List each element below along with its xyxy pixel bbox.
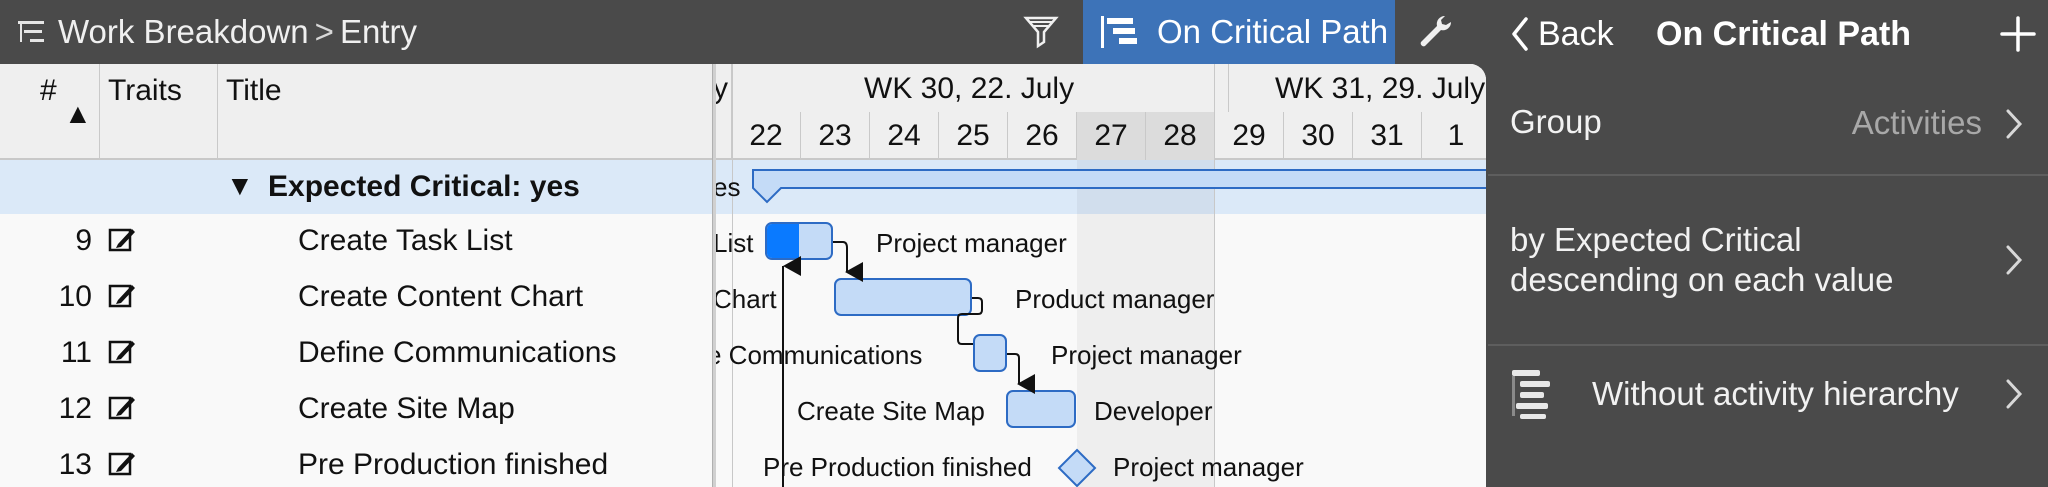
row-title: Create Content Chart	[298, 280, 584, 313]
sort-ascending-icon: ▲	[64, 98, 92, 129]
column-header-traits-label: Traits	[108, 74, 182, 107]
table-row[interactable]: 12 Create Site Map	[0, 382, 715, 438]
gantt-view-icon	[1101, 16, 1137, 48]
note-trait-icon[interactable]	[108, 226, 136, 254]
chevron-left-icon	[1512, 17, 1528, 51]
filter-button[interactable]	[1020, 10, 1064, 54]
filter-side-panel: Back On Critical Path Group Activities b…	[1488, 0, 2048, 487]
note-trait-icon[interactable]	[108, 338, 136, 366]
column-header-number[interactable]: # ▲	[0, 64, 100, 160]
table-row[interactable]: 9 Create Task List	[0, 214, 715, 270]
side-panel-header: Back On Critical Path	[1488, 0, 2048, 66]
row-number: 11	[60, 336, 92, 369]
note-trait-icon[interactable]	[108, 282, 136, 310]
sort-setting-label-line1: by Expected Critical	[1510, 221, 1802, 258]
app-root: Work Breakdown > Entry On Critical Path	[0, 0, 2048, 487]
back-button-label: Back	[1538, 14, 1614, 53]
column-header-number-label: #	[40, 74, 57, 107]
table-row[interactable]: 11 Define Communications	[0, 326, 715, 382]
hierarchy-setting-row[interactable]: Without activity hierarchy	[1488, 346, 2048, 442]
row-title: Create Task List	[298, 224, 513, 257]
note-trait-icon[interactable]	[108, 394, 136, 422]
note-trait-icon[interactable]	[108, 450, 136, 478]
critical-path-view-label: On Critical Path	[1157, 13, 1389, 50]
row-title: Pre Production finished	[298, 448, 609, 481]
sort-setting-label-line2: descending on each value	[1510, 261, 1894, 298]
row-title: Define Communications	[298, 336, 617, 369]
breadcrumb-item-entry[interactable]: Entry	[340, 13, 417, 51]
group-setting-row[interactable]: Group Activities	[1488, 90, 2048, 176]
table-row[interactable]: 13 Pre Production finished	[0, 438, 715, 487]
chevron-right-icon	[2006, 245, 2023, 275]
group-label: Expected Critical: yes	[268, 170, 580, 203]
top-toolbar: Work Breakdown > Entry On Critical Path	[0, 0, 1488, 64]
table-row[interactable]: 10 Create Content Chart	[0, 270, 715, 326]
chevron-right-icon	[2006, 379, 2023, 409]
column-header-title-label: Title	[226, 74, 282, 107]
pane-splitter[interactable]	[712, 64, 716, 487]
group-setting-value: Activities	[1851, 104, 1982, 141]
group-setting-label: Group	[1510, 103, 1602, 140]
sort-setting-row[interactable]: by Expected Critical descending on each …	[1488, 176, 2048, 346]
back-button[interactable]: Back	[1510, 12, 1614, 56]
breadcrumb[interactable]: Work Breakdown > Entry	[16, 12, 417, 52]
row-title: Create Site Map	[298, 392, 515, 425]
dependency-links	[782, 241, 1035, 487]
add-icon[interactable]	[1998, 14, 2038, 54]
row-number: 9	[75, 224, 92, 257]
filter-icon	[1023, 16, 1059, 49]
hierarchy-icon	[18, 21, 44, 42]
wrench-icon	[1420, 15, 1452, 47]
breadcrumb-item-work-breakdown[interactable]: Work Breakdown	[58, 13, 309, 51]
breadcrumb-separator: >	[314, 13, 334, 50]
row-number: 12	[58, 392, 92, 425]
settings-button[interactable]	[1415, 10, 1459, 54]
row-number: 10	[58, 280, 92, 313]
work-breakdown-sheet: # ▲ Traits Title ▼ Expected Critical: ye…	[0, 64, 1486, 487]
gantt-chart[interactable]: y WK 30, 22. July WK 31, 29. July 1 22 2…	[715, 64, 1486, 487]
side-panel-title: On Critical Path	[1656, 14, 1912, 53]
flat-list-icon	[1512, 370, 1550, 419]
row-number: 13	[58, 448, 92, 481]
critical-path-view-button[interactable]: On Critical Path	[1083, 0, 1395, 64]
column-header-traits[interactable]: Traits	[100, 64, 218, 160]
hierarchy-setting-label: Without activity hierarchy	[1592, 375, 1959, 412]
chevron-right-icon	[2006, 109, 2023, 139]
disclosure-triangle-icon[interactable]: ▼	[226, 170, 254, 202]
column-header-title[interactable]: Title	[218, 64, 715, 160]
